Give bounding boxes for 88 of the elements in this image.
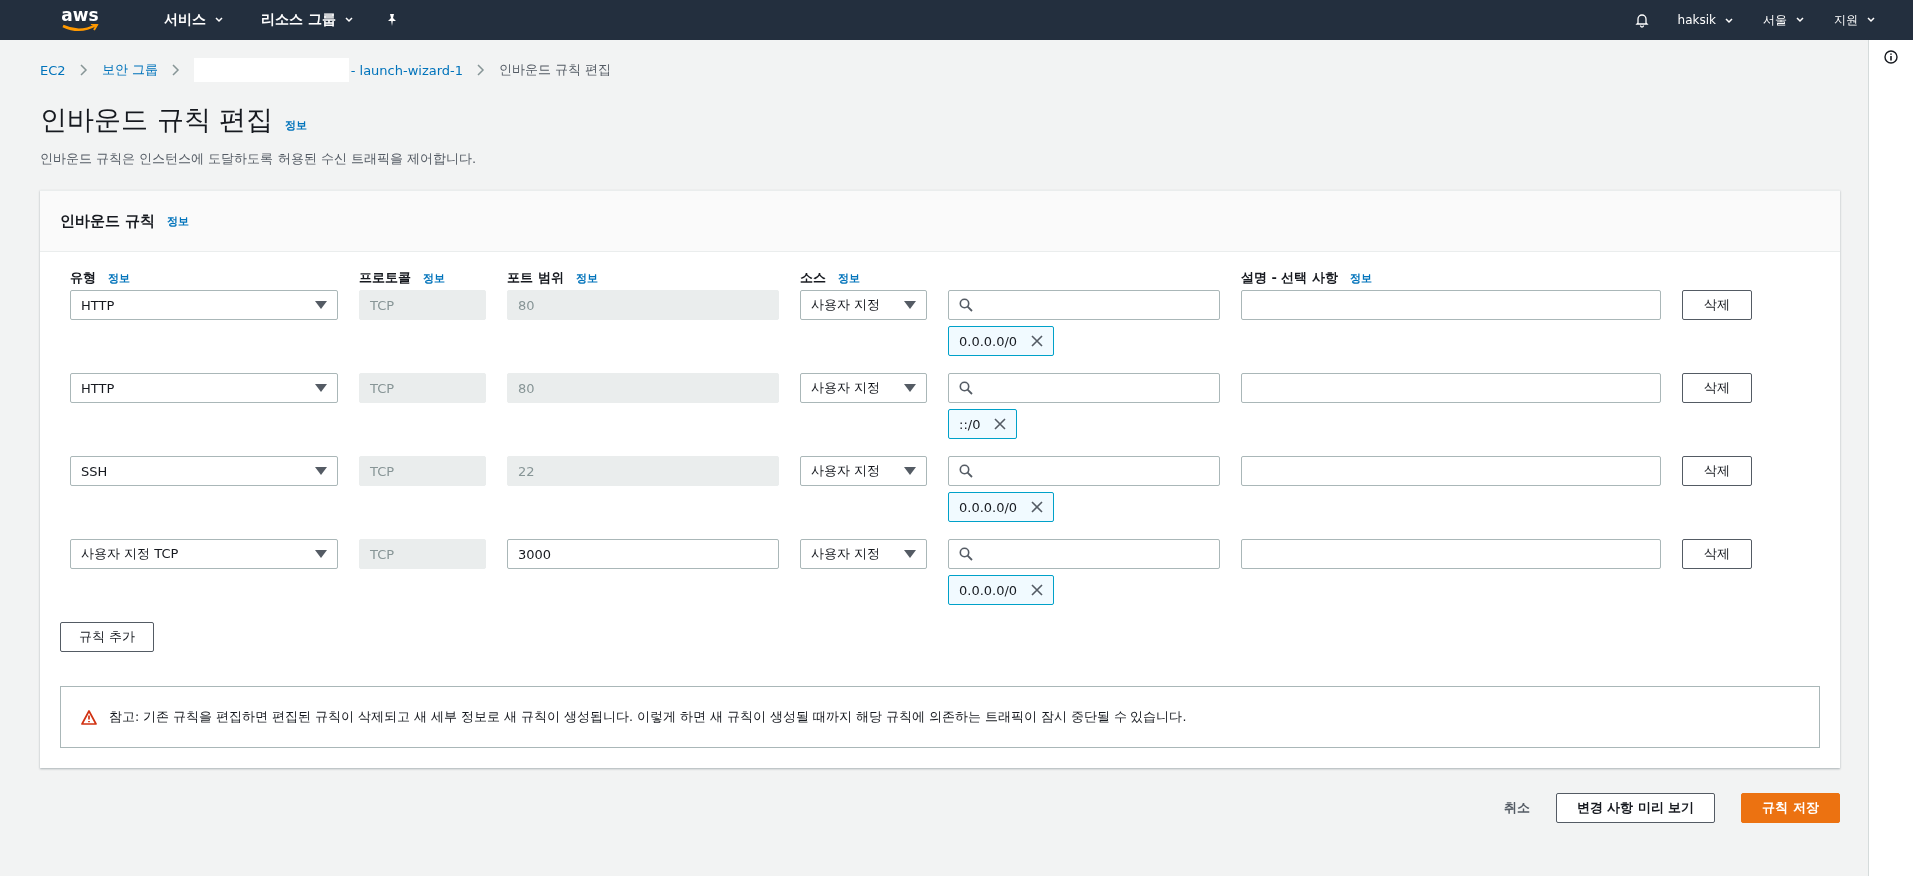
bell-icon[interactable] <box>1633 12 1650 28</box>
caret-icon <box>315 467 327 475</box>
caret-icon <box>1725 17 1733 24</box>
add-rule-button[interactable]: 규칙 추가 <box>60 622 155 652</box>
chevron-right-icon <box>171 64 180 76</box>
description-field[interactable] <box>1241 290 1661 320</box>
source-select[interactable]: 사용자 지정 <box>800 539 927 569</box>
support-menu[interactable]: 지원 <box>1824 11 1885 29</box>
nav-menu[interactable]: 리소스 그룹 <box>247 11 367 29</box>
source-select[interactable]: 사용자 지정 <box>800 373 927 403</box>
info-link[interactable]: 정보 <box>575 270 598 286</box>
delete-button[interactable]: 삭제 <box>1682 456 1752 486</box>
type-select[interactable]: HTTP <box>70 373 338 403</box>
token-label: 0.0.0.0/0 <box>959 582 1018 598</box>
search-icon <box>959 381 973 395</box>
port-range-field: 80 <box>507 373 779 403</box>
chevron-right-icon <box>477 64 486 76</box>
close-icon[interactable] <box>994 418 1007 430</box>
search-icon <box>959 298 973 312</box>
type-select[interactable]: 사용자 지정 TCP <box>70 539 338 569</box>
port-range-field[interactable]: 3000 <box>507 539 779 569</box>
search-icon <box>959 547 973 561</box>
source-select[interactable]: 사용자 지정 <box>800 456 927 486</box>
breadcrumb-link[interactable]: - launch-wizard-1 <box>350 62 464 78</box>
search-field[interactable] <box>948 373 1220 403</box>
nav-menu[interactable]: 서비스 <box>150 11 237 29</box>
column-header: 프로토콜 <box>359 269 411 287</box>
search-field[interactable] <box>948 290 1220 320</box>
info-link[interactable]: 정보 <box>838 270 860 286</box>
token-label: 0.0.0.0/0 <box>959 499 1018 515</box>
info-link[interactable]: 정보 <box>285 118 308 133</box>
protocol-field: TCP <box>359 539 486 569</box>
delete-button[interactable]: 삭제 <box>1682 290 1752 320</box>
close-icon[interactable] <box>1031 584 1044 596</box>
breadcrumb-current: 인바운드 규칙 편집 <box>499 61 612 79</box>
close-icon[interactable] <box>1031 501 1044 513</box>
warning-icon <box>81 709 97 725</box>
column-header: 설명 - 선택 사항 <box>1241 269 1338 287</box>
page-title: 인바운드 규칙 편집 <box>40 103 274 137</box>
caret-icon <box>344 17 353 23</box>
caret-icon <box>315 384 327 392</box>
info-link[interactable]: 정보 <box>108 270 130 286</box>
description-field[interactable] <box>1241 539 1661 569</box>
column-header: 유형 <box>70 269 96 287</box>
port-range-field: 80 <box>507 290 779 320</box>
token-label: 0.0.0.0/0 <box>959 333 1018 349</box>
caret-icon <box>904 384 916 392</box>
protocol-field: TCP <box>359 373 486 403</box>
description-field[interactable] <box>1241 373 1661 403</box>
info-link[interactable]: 정보 <box>423 270 445 286</box>
port-range-field: 22 <box>507 456 779 486</box>
user-menu[interactable]: haksik <box>1667 13 1743 27</box>
column-header: 소스 <box>800 269 826 287</box>
delete-button[interactable]: 삭제 <box>1682 373 1752 403</box>
caret-icon <box>904 467 916 475</box>
column-header: 포트 범위 <box>507 269 564 287</box>
preview-changes-button[interactable]: 변경 사항 미리 보기 <box>1555 793 1716 823</box>
region-menu[interactable]: 서울 <box>1753 11 1814 29</box>
caret-icon <box>904 301 916 309</box>
chevron-right-icon <box>79 64 88 76</box>
warning-text: 참고: 기존 규칙을 편집하면 편집된 규칙이 삭제되고 새 세부 정보로 새 규칙이 생성됩니다. 이렇게 하면 새 규칙이 생성될 때까지 해당 규칙에 의존하는 트래픽이 잠시 중단될 수 있습니다. <box>109 708 1187 726</box>
logo[interactable]: aws <box>60 6 100 34</box>
source-select[interactable]: 사용자 지정 <box>800 290 927 320</box>
caret-icon <box>315 301 327 309</box>
caret-icon <box>315 550 327 558</box>
search-field[interactable] <box>948 456 1220 486</box>
search-icon <box>959 464 973 478</box>
search-field[interactable] <box>948 539 1220 569</box>
type-select[interactable]: SSH <box>70 456 338 486</box>
cancel-link[interactable]: 취소 <box>1503 799 1530 817</box>
token-label: ::/0 <box>959 416 981 432</box>
caret-icon <box>904 550 916 558</box>
caret-icon <box>1867 17 1875 23</box>
type-select[interactable]: HTTP <box>70 290 338 320</box>
protocol-field: TCP <box>359 290 486 320</box>
breadcrumb-link[interactable]: EC2 <box>40 62 66 78</box>
close-icon[interactable] <box>1031 335 1044 347</box>
caret-icon <box>1796 17 1804 23</box>
protocol-field: TCP <box>359 456 486 486</box>
description-field[interactable] <box>1241 456 1661 486</box>
caret-icon <box>215 17 223 23</box>
delete-button[interactable]: 삭제 <box>1682 539 1752 569</box>
info-link[interactable]: 정보 <box>1350 270 1372 286</box>
info-icon[interactable] <box>1884 50 1898 64</box>
breadcrumb-link[interactable]: 보안 그룹 <box>101 61 158 79</box>
page-description: 인바운드 규칙은 인스턴스에 도달하도록 허용된 수신 트래픽을 제어합니다. <box>40 150 478 168</box>
info-link[interactable]: 정보 <box>167 213 190 229</box>
panel-title: 인바운드 규칙 <box>60 211 156 231</box>
